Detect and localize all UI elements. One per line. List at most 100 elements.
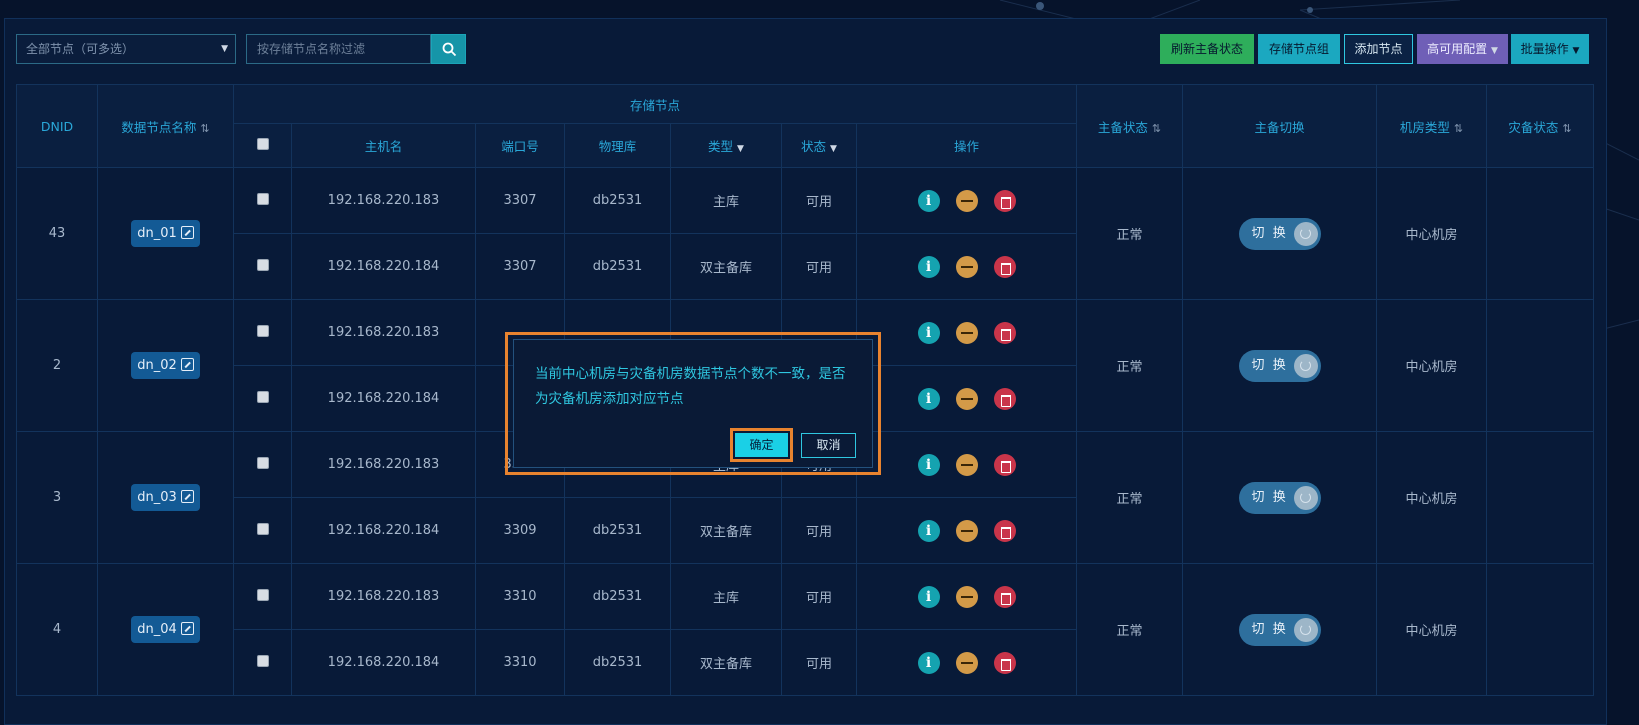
search-button[interactable]	[431, 34, 466, 64]
edit-icon	[180, 490, 194, 503]
row-checkbox[interactable]	[233, 167, 292, 234]
refresh-ms-status-button[interactable]: 刷新主备状态	[1160, 34, 1254, 64]
host-cell: 192.168.220.184	[291, 365, 476, 432]
delete-icon[interactable]	[993, 585, 1016, 608]
room-type-cell: 中心机房	[1376, 299, 1487, 432]
row-checkbox[interactable]	[233, 233, 292, 300]
host-cell: 192.168.220.184	[291, 629, 476, 696]
col-room-type[interactable]: 机房类型 ⇅	[1376, 84, 1487, 168]
disable-icon[interactable]	[955, 453, 978, 476]
delete-icon[interactable]	[993, 255, 1016, 278]
dn-name-button[interactable]: dn_03	[131, 484, 200, 511]
caret-down-icon: ▼	[830, 144, 837, 154]
status-cell: 可用	[781, 167, 857, 234]
ops-cell	[856, 299, 1077, 366]
host-cell: 192.168.220.184	[291, 233, 476, 300]
delete-icon[interactable]	[993, 651, 1016, 674]
delete-icon[interactable]	[993, 321, 1016, 344]
ms-status-cell: 正常	[1076, 167, 1183, 300]
sort-icon: ⇅	[1453, 121, 1464, 135]
refresh-icon	[1293, 353, 1318, 378]
info-icon[interactable]	[917, 651, 940, 674]
info-icon[interactable]	[917, 519, 940, 542]
delete-icon[interactable]	[993, 189, 1016, 212]
node-select[interactable]: 全部节点（可多选） ▼	[16, 34, 236, 64]
col-physical-db: 物理库	[564, 123, 671, 168]
db-cell: db2531	[564, 629, 671, 696]
host-cell: 192.168.220.183	[291, 299, 476, 366]
info-icon[interactable]	[917, 585, 940, 608]
row-checkbox[interactable]	[233, 299, 292, 366]
info-icon[interactable]	[917, 387, 940, 410]
row-checkbox[interactable]	[233, 431, 292, 498]
row-checkbox[interactable]	[233, 563, 292, 630]
disable-icon[interactable]	[955, 255, 978, 278]
row-checkbox[interactable]	[233, 629, 292, 696]
switch-toggle[interactable]: 切 换	[1238, 217, 1321, 250]
storage-group-button[interactable]: 存储节点组	[1258, 34, 1340, 64]
refresh-icon	[1293, 485, 1318, 510]
db-cell: db2531	[564, 233, 671, 300]
ms-switch-cell: 切 换	[1182, 563, 1377, 696]
db-cell: db2531	[564, 563, 671, 630]
port-cell: 3307	[475, 233, 565, 300]
disable-icon[interactable]	[955, 585, 978, 608]
delete-icon[interactable]	[993, 519, 1016, 542]
dnid-cell: 2	[16, 299, 98, 432]
disable-icon[interactable]	[955, 651, 978, 674]
col-type[interactable]: 类型 ▼	[670, 123, 782, 168]
disable-icon[interactable]	[955, 387, 978, 410]
batch-ops-button[interactable]: 批量操作 ▼	[1511, 34, 1589, 64]
status-cell: 可用	[781, 233, 857, 300]
refresh-icon	[1293, 617, 1318, 642]
row-checkbox[interactable]	[233, 497, 292, 564]
ops-cell	[856, 497, 1077, 564]
col-status[interactable]: 状态 ▼	[781, 123, 857, 168]
node-select-value: 全部节点（可多选）	[26, 42, 135, 56]
info-icon[interactable]	[917, 321, 940, 344]
info-icon[interactable]	[917, 189, 940, 212]
ops-cell	[856, 431, 1077, 498]
switch-toggle[interactable]: 切 换	[1238, 481, 1321, 514]
info-icon[interactable]	[917, 453, 940, 476]
switch-toggle[interactable]: 切 换	[1238, 349, 1321, 382]
cancel-button[interactable]: 取消	[801, 433, 856, 458]
col-ms-status[interactable]: 主备状态 ⇅	[1076, 84, 1183, 168]
info-icon[interactable]	[917, 255, 940, 278]
dn-name-cell: dn_01	[97, 167, 234, 300]
select-all-checkbox[interactable]	[233, 123, 292, 168]
search-icon	[442, 42, 457, 57]
col-dn-name[interactable]: 数据节点名称 ⇅	[97, 84, 234, 168]
disable-icon[interactable]	[955, 519, 978, 542]
delete-icon[interactable]	[993, 387, 1016, 410]
port-cell: 3307	[475, 167, 565, 234]
ms-switch-cell: 切 换	[1182, 431, 1377, 564]
delete-icon[interactable]	[993, 453, 1016, 476]
sort-icon: ⇅	[1562, 121, 1572, 135]
type-cell: 主库	[670, 563, 782, 630]
room-type-cell: 中心机房	[1376, 563, 1487, 696]
switch-toggle[interactable]: 切 换	[1238, 613, 1321, 646]
dn-name-button[interactable]: dn_01	[131, 220, 200, 247]
confirm-button[interactable]: 确定	[735, 433, 788, 457]
sort-icon: ⇅	[200, 121, 210, 135]
col-ops: 操作	[856, 123, 1077, 168]
add-node-button[interactable]: 添加节点	[1344, 34, 1413, 64]
node-filter-input[interactable]: 按存储节点名称过滤	[246, 34, 431, 64]
edit-icon	[180, 226, 194, 239]
ms-status-cell: 正常	[1076, 431, 1183, 564]
dn-name-cell: dn_03	[97, 431, 234, 564]
disable-icon[interactable]	[955, 189, 978, 212]
col-dnid: DNID	[16, 84, 98, 168]
dn-name-button[interactable]: dn_04	[131, 616, 200, 643]
ha-config-button[interactable]: 高可用配置 ▼	[1417, 34, 1508, 64]
sort-icon: ⇅	[1151, 121, 1162, 135]
col-port: 端口号	[475, 123, 565, 168]
dnid-cell: 3	[16, 431, 98, 564]
col-dr-status[interactable]: 灾备状态 ⇅	[1486, 84, 1594, 168]
ops-cell	[856, 365, 1077, 432]
row-checkbox[interactable]	[233, 365, 292, 432]
disable-icon[interactable]	[955, 321, 978, 344]
dn-name-button[interactable]: dn_02	[131, 352, 200, 379]
ops-cell	[856, 629, 1077, 696]
